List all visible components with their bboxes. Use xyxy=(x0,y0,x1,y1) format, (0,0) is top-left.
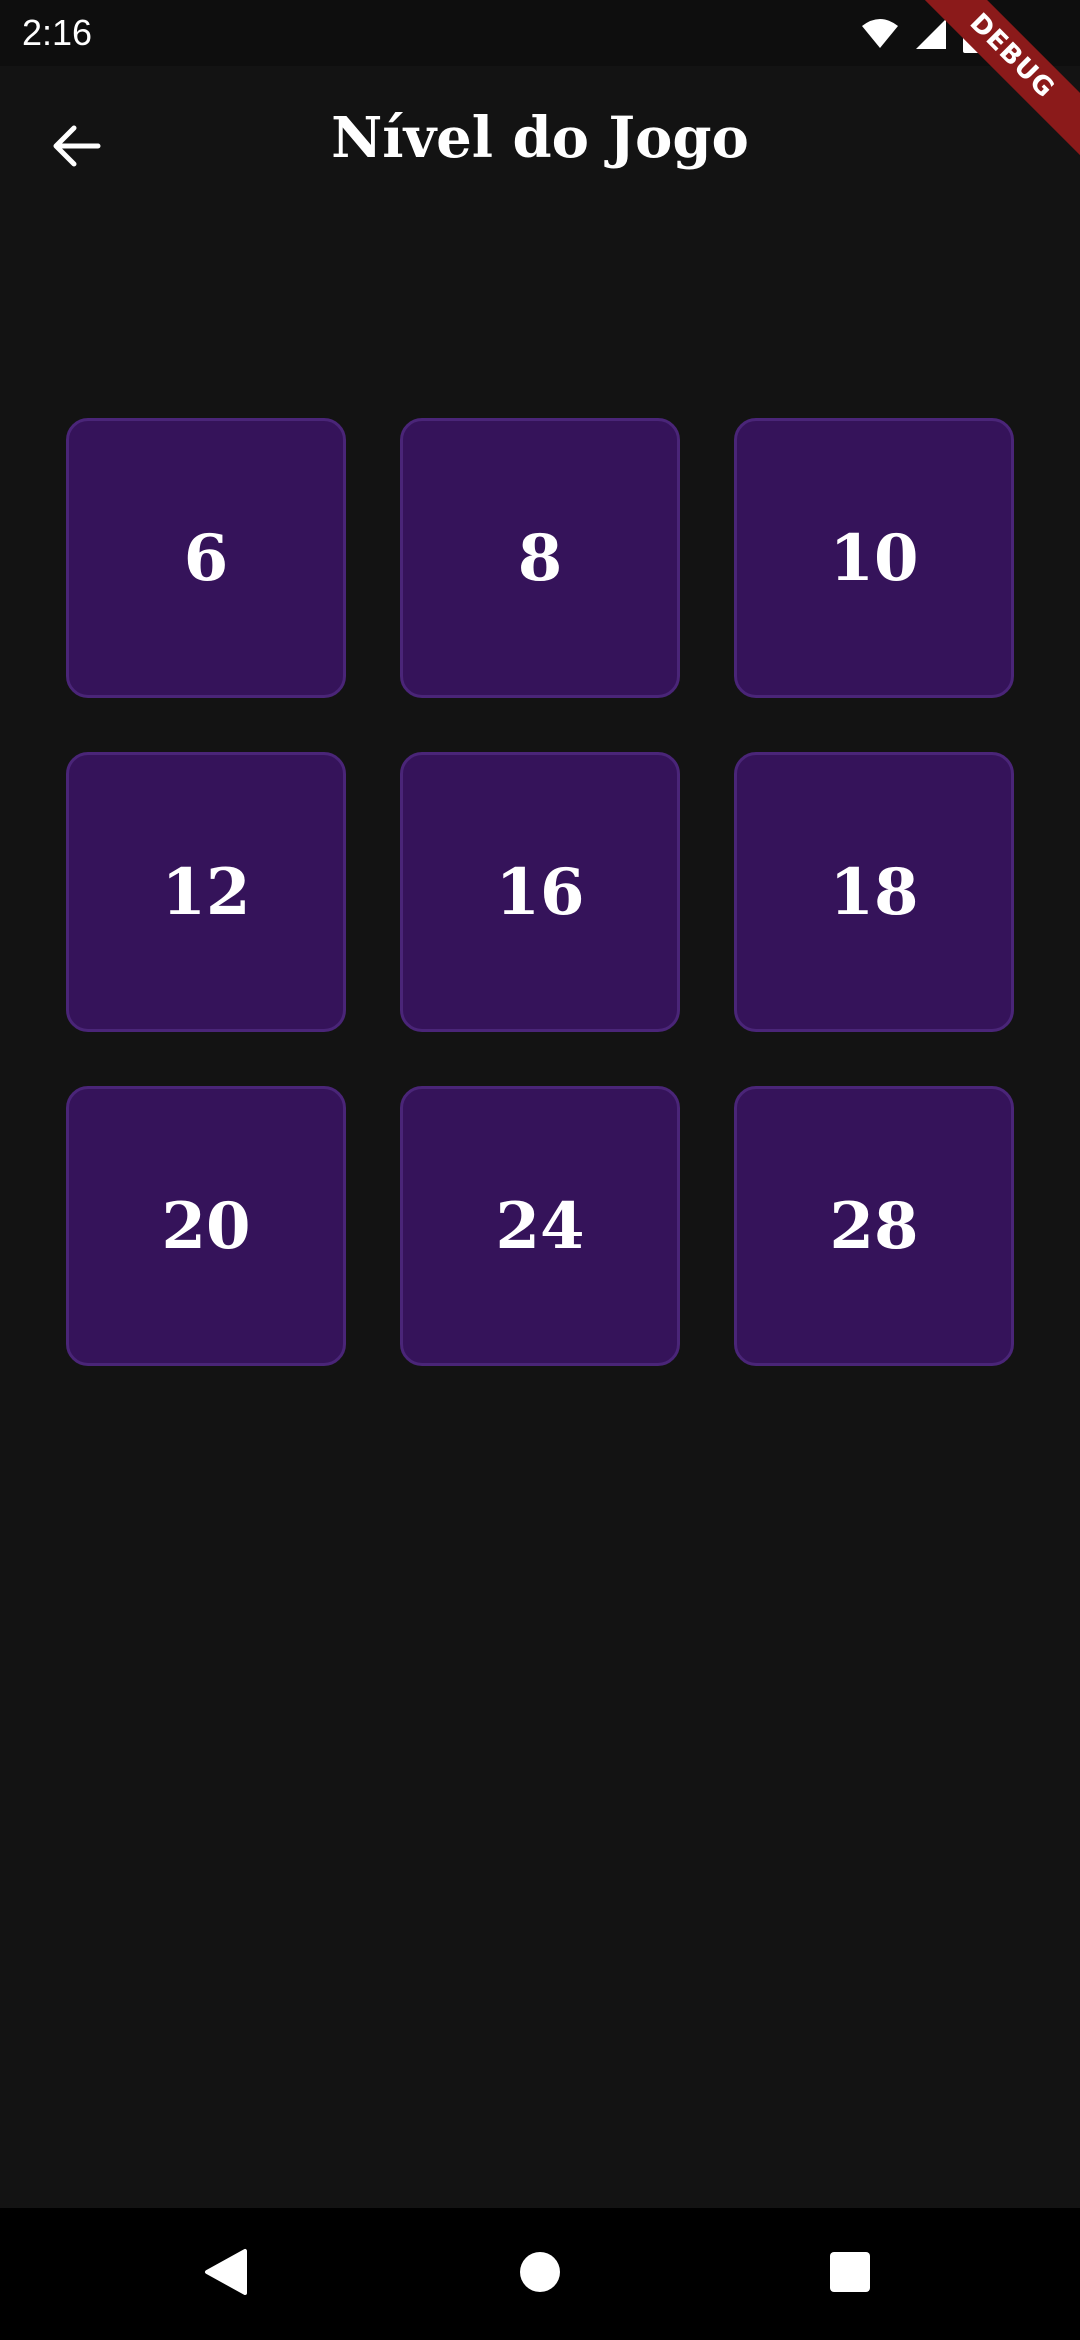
level-tile[interactable]: 10 xyxy=(734,418,1014,698)
battery-icon xyxy=(962,15,984,53)
level-label: 16 xyxy=(495,854,585,930)
level-label: 8 xyxy=(517,520,563,596)
level-tile[interactable]: 12 xyxy=(66,752,346,1032)
level-tile[interactable]: 18 xyxy=(734,752,1014,1032)
app-bar: Nível do Jogo xyxy=(0,66,1080,216)
level-tile[interactable]: 28 xyxy=(734,1086,1014,1366)
level-tile[interactable]: 16 xyxy=(400,752,680,1032)
navigation-bar xyxy=(0,2208,1080,2340)
level-label: 28 xyxy=(829,1188,919,1264)
level-grid: 6 8 10 12 16 18 20 24 28 xyxy=(66,418,1014,1366)
page-title: Nível do Jogo xyxy=(331,105,749,171)
nav-back-button[interactable] xyxy=(186,2234,266,2314)
wifi-icon xyxy=(860,18,900,50)
screen: 2:16 DEBUG Nível do Jogo 6 8 10 12 16 18… xyxy=(0,0,1080,2340)
level-tile[interactable]: 20 xyxy=(66,1086,346,1366)
status-bar: 2:16 xyxy=(0,0,1080,66)
level-tile[interactable]: 6 xyxy=(66,418,346,698)
level-label: 24 xyxy=(495,1188,585,1264)
level-label: 12 xyxy=(161,854,251,930)
status-time: 2:16 xyxy=(22,12,93,53)
level-tile[interactable]: 8 xyxy=(400,418,680,698)
level-label: 20 xyxy=(161,1188,251,1264)
level-tile[interactable]: 24 xyxy=(400,1086,680,1366)
nav-recents-button[interactable] xyxy=(810,2234,890,2314)
cellular-signal-icon xyxy=(914,17,948,51)
level-label: 18 xyxy=(829,854,919,930)
level-label: 10 xyxy=(829,520,919,596)
nav-home-button[interactable] xyxy=(500,2234,580,2314)
nav-back-icon xyxy=(203,2247,249,2301)
nav-home-icon xyxy=(518,2250,562,2298)
level-label: 6 xyxy=(183,520,229,596)
nav-recents-icon xyxy=(829,2251,871,2297)
status-icons xyxy=(860,14,984,54)
